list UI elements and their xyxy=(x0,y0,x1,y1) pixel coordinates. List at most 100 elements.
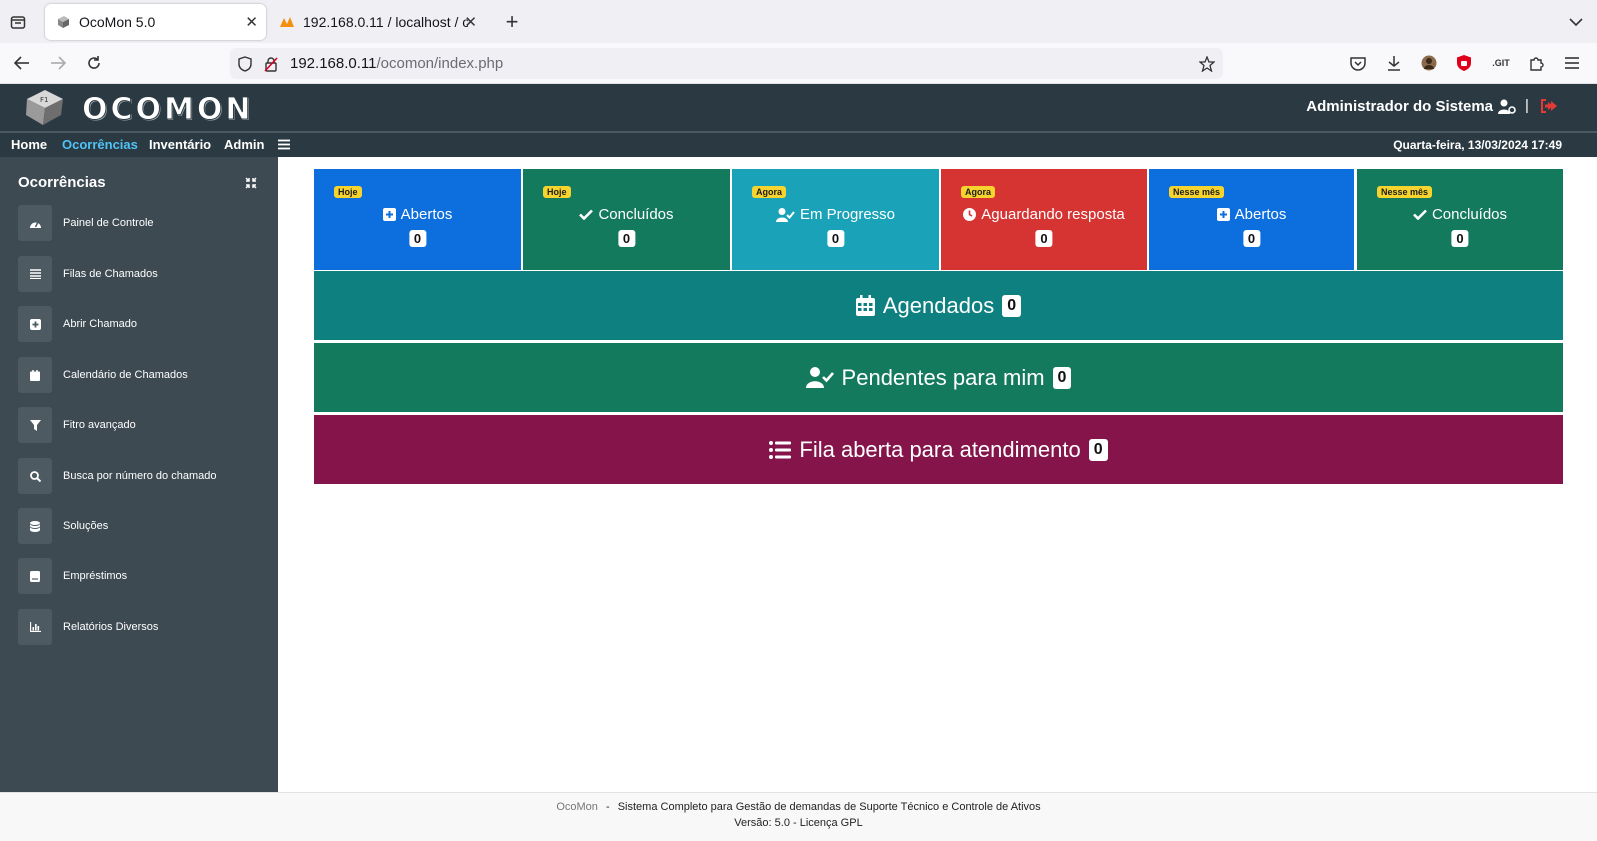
reload-icon[interactable] xyxy=(82,51,106,75)
menu-icon[interactable] xyxy=(1560,51,1584,75)
git-extension-icon[interactable]: .GIT xyxy=(1488,51,1514,75)
bar-agendados[interactable]: Agendados 0 xyxy=(314,271,1563,340)
book-icon xyxy=(18,558,52,594)
sidebar-item-label: Soluções xyxy=(63,520,109,532)
tile-title: Abertos xyxy=(314,206,521,223)
tile-label: Abertos xyxy=(400,206,453,223)
insecure-lock-icon[interactable] xyxy=(264,56,278,72)
shield-icon[interactable] xyxy=(238,55,252,72)
tile-mes-abertos[interactable]: Nesse mês Abertos 0 xyxy=(1149,169,1354,270)
downloads-icon[interactable] xyxy=(1382,51,1406,75)
forward-icon[interactable] xyxy=(46,51,70,75)
logo-cube-icon[interactable]: F1 xyxy=(23,87,65,127)
menu-admin[interactable]: Admin xyxy=(224,137,264,152)
chart-icon xyxy=(18,609,52,645)
menu-inventario[interactable]: Inventário xyxy=(149,137,211,152)
tile-label: Concluídos xyxy=(598,206,674,223)
app-header: F1 OcoMon Administrador do Sistema | xyxy=(0,84,1597,131)
new-tab-icon[interactable]: + xyxy=(500,9,524,34)
tab-ocomon[interactable]: OcoMon 5.0 ✕ xyxy=(45,4,266,40)
sidebar-item-label: Empréstimos xyxy=(63,570,128,582)
ublock-extension-icon[interactable] xyxy=(1452,51,1476,75)
bar-label: Fila aberta para atendimento xyxy=(799,436,1081,462)
bar-count: 0 xyxy=(1052,366,1072,389)
plus-square-icon xyxy=(382,208,396,221)
sidebar-item-label: Filas de Chamados xyxy=(63,268,158,280)
sidebar-item-painel-de-controle[interactable]: Painel de Controle xyxy=(18,205,268,241)
sidebar-item-filas-de-chamados[interactable]: Filas de Chamados xyxy=(18,256,268,292)
header-separator: | xyxy=(1525,97,1529,114)
tile-hoje-concluidos[interactable]: Hoje Concluídos 0 xyxy=(523,169,730,270)
check-icon xyxy=(1413,209,1427,220)
back-icon[interactable] xyxy=(10,51,34,75)
footer-brand[interactable]: OcoMon xyxy=(556,801,598,813)
sidebar-item-emprestimos[interactable]: Empréstimos xyxy=(18,558,268,594)
bar-label: Pendentes para mim xyxy=(841,364,1045,390)
bar-pendentes-para-mim[interactable]: Pendentes para mim 0 xyxy=(314,343,1563,412)
tab-title: 192.168.0.11 / localhost / oc xyxy=(303,14,468,30)
sidebar-item-busca-por-numero[interactable]: Busca por número do chamado xyxy=(18,458,268,494)
sidebar-item-label: Painel de Controle xyxy=(63,217,154,229)
url-text: 192.168.0.11/ocomon/index.php xyxy=(290,55,503,72)
chevron-down-icon[interactable] xyxy=(1564,10,1588,34)
period-badge: Nesse mês xyxy=(1377,186,1433,198)
browser-nav-bar: 192.168.0.11/ocomon/index.php .GIT xyxy=(0,43,1597,84)
close-tab-icon[interactable]: ✕ xyxy=(245,13,258,31)
ocomon-favicon-icon xyxy=(55,14,71,30)
tile-count: 0 xyxy=(1451,230,1469,247)
sidebar-title: Ocorrências xyxy=(18,174,106,191)
bar-label: Agendados xyxy=(882,292,995,318)
list-icon xyxy=(18,256,52,292)
close-tab-icon[interactable]: ✕ xyxy=(464,13,477,31)
footer-version: Versão: 5.0 - Licença GPL xyxy=(734,817,863,829)
footer-dash: - xyxy=(605,801,610,813)
tile-agora-aguardando-resposta[interactable]: Agora Aguardando resposta 0 xyxy=(941,169,1147,270)
filter-icon xyxy=(18,407,52,443)
gauge-icon xyxy=(18,205,52,241)
pocket-icon[interactable] xyxy=(1346,51,1370,75)
browser-tab-bar: OcoMon 5.0 ✕ 192.168.0.11 / localhost / … xyxy=(0,0,1597,43)
sidebar-item-relatorios-diversos[interactable]: Relatórios Diversos xyxy=(18,609,268,645)
url-bar[interactable]: 192.168.0.11/ocomon/index.php xyxy=(230,48,1223,79)
sidebar-item-calendario-de-chamados[interactable]: Calendário de Chamados xyxy=(18,357,268,393)
profile-avatar-icon[interactable] xyxy=(1417,51,1441,75)
url-path: /ocomon/index.php xyxy=(376,55,504,72)
sidebar-item-label: Fitro avançado xyxy=(63,419,136,431)
phpmyadmin-favicon-icon xyxy=(279,14,295,30)
period-badge: Agora xyxy=(752,186,787,198)
sidebar-item-label: Relatórios Diversos xyxy=(63,621,159,633)
tab-phpmyadmin[interactable]: 192.168.0.11 / localhost / oc ✕ xyxy=(269,4,487,40)
user-name[interactable]: Administrador do Sistema xyxy=(1306,98,1493,115)
footer-line: OcoMon - Sistema Completo para Gestão de… xyxy=(0,801,1597,813)
tile-title: Em Progresso xyxy=(732,206,939,223)
plus-square-icon xyxy=(18,306,52,342)
tile-title: Concluídos xyxy=(1357,206,1563,223)
sidebar-toggle-icon[interactable] xyxy=(278,137,290,155)
app-logo-text[interactable]: OcoMon xyxy=(82,92,254,128)
user-cog-icon[interactable] xyxy=(1498,99,1516,119)
tab-title: OcoMon 5.0 xyxy=(79,14,156,30)
bar-fila-aberta[interactable]: Fila aberta para atendimento 0 xyxy=(314,415,1563,484)
tile-agora-em-progresso[interactable]: Agora Em Progresso 0 xyxy=(732,169,939,270)
tab-list-icon[interactable] xyxy=(6,10,30,34)
tile-mes-concluidos[interactable]: Nesse mês Concluídos 0 xyxy=(1357,169,1563,270)
main-menu-bar: Home Ocorrências Inventário Admin Quarta… xyxy=(0,131,1597,157)
svg-text:F1: F1 xyxy=(40,96,48,104)
bookmark-star-icon[interactable] xyxy=(1199,55,1215,72)
period-badge: Hoje xyxy=(334,186,362,198)
calendar-icon xyxy=(18,357,52,393)
menu-ocorrencias[interactable]: Ocorrências xyxy=(62,137,138,152)
sidebar-collapse-icon[interactable] xyxy=(245,176,257,194)
tile-hoje-abertos[interactable]: Hoje Abertos 0 xyxy=(314,169,521,270)
sidebar-item-filtro-avancado[interactable]: Fitro avançado xyxy=(18,407,268,443)
sidebar-item-label: Calendário de Chamados xyxy=(63,369,188,381)
extensions-icon[interactable] xyxy=(1524,51,1548,75)
sidebar-item-label: Busca por número do chamado xyxy=(63,470,217,482)
logout-icon[interactable] xyxy=(1540,98,1558,119)
tile-label: Em Progresso xyxy=(799,206,896,223)
footer-description: Sistema Completo para Gestão de demandas… xyxy=(617,801,1041,813)
sidebar-item-solucoes[interactable]: Soluções xyxy=(18,508,268,544)
menu-home[interactable]: Home xyxy=(11,137,47,152)
sidebar-item-abrir-chamado[interactable]: Abrir Chamado xyxy=(18,306,268,342)
tile-label: Concluídos xyxy=(1431,206,1508,223)
